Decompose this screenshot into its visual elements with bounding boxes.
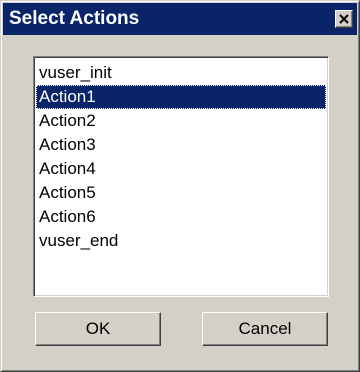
list-item[interactable]: Action6 [36,205,326,229]
close-button[interactable] [335,10,353,28]
actions-listbox[interactable]: vuser_init Action1 Action2 Action3 Actio… [33,56,329,297]
list-item[interactable]: Action2 [36,109,326,133]
list-item[interactable]: Action4 [36,157,326,181]
list-item[interactable]: Action3 [36,133,326,157]
ok-button[interactable]: OK [35,312,161,346]
list-item[interactable]: Action5 [36,181,326,205]
close-icon [339,14,349,24]
cancel-button[interactable]: Cancel [202,312,328,346]
title-bar[interactable]: Select Actions [3,3,357,35]
list-item[interactable]: vuser_init [36,61,326,85]
dialog-title: Select Actions [9,8,140,29]
select-actions-dialog: Select Actions vuser_init Action1 Action… [0,0,360,372]
list-item[interactable]: vuser_end [36,229,326,253]
list-item[interactable]: Action1 [36,85,326,109]
